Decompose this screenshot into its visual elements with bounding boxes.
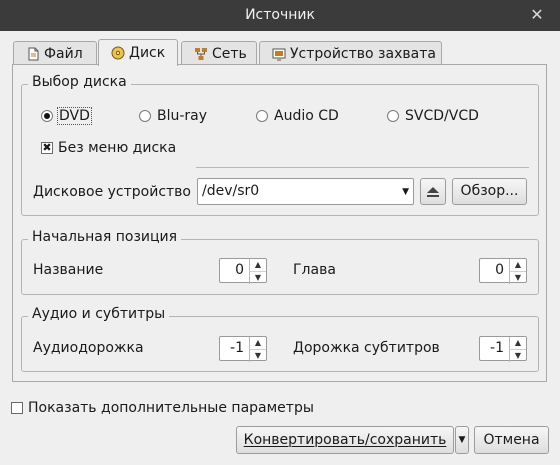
- chevron-down-icon[interactable]: ▼: [402, 187, 409, 197]
- audio-track-value: -1: [230, 340, 244, 356]
- subtitle-track-spinbox[interactable]: -1 ▲ ▼: [479, 336, 527, 362]
- convert-save-button[interactable]: Конвертировать/сохранить: [236, 426, 454, 454]
- radio-audio-cd-label: Audio CD: [274, 108, 339, 124]
- tab-disc-label: Диск: [129, 45, 166, 61]
- no-disc-menu-check-icon[interactable]: ✖: [41, 142, 53, 154]
- radio-dvd-label: DVD: [57, 107, 92, 125]
- capture-device-icon: [272, 47, 286, 61]
- spin-up-icon[interactable]: ▲: [249, 337, 266, 349]
- title-spinbox[interactable]: 0 ▲ ▼: [219, 258, 267, 284]
- audio-track-spinbox[interactable]: -1 ▲ ▼: [219, 336, 267, 362]
- radio-dvd-indicator[interactable]: [41, 110, 53, 122]
- eject-icon: [427, 187, 439, 197]
- start-position-legend: Начальная позиция: [28, 229, 182, 245]
- chevron-down-icon: ▼: [458, 435, 466, 445]
- radio-bluray[interactable]: Blu-ray: [139, 108, 207, 124]
- title-label: Название: [33, 262, 104, 278]
- radio-svcd-vcd-indicator[interactable]: [387, 110, 399, 122]
- device-combobox[interactable]: /dev/sr0 ▼: [197, 178, 414, 205]
- spin-up-icon[interactable]: ▲: [249, 259, 266, 271]
- title-value: 0: [235, 262, 244, 278]
- radio-bluray-label: Blu-ray: [157, 108, 208, 124]
- audio-track-label: Аудиодорожка: [33, 340, 144, 356]
- convert-save-label: Конвертировать/сохранить: [243, 432, 447, 448]
- chapter-label: Глава: [293, 262, 336, 278]
- tab-file[interactable]: Файл: [13, 41, 97, 65]
- radio-bluray-indicator[interactable]: [139, 110, 151, 122]
- no-disc-menu-label: Без меню диска: [58, 140, 177, 156]
- tab-capture-device-label: Устройство захвата: [290, 45, 436, 62]
- chapter-spinbox[interactable]: 0 ▲ ▼: [479, 258, 527, 284]
- disc-icon: [111, 46, 125, 60]
- subtitle-track-value: -1: [490, 340, 504, 356]
- cancel-button[interactable]: Отмена: [474, 426, 549, 454]
- tab-capture-device[interactable]: Устройство захвата: [259, 41, 442, 65]
- tab-disc[interactable]: Диск: [98, 39, 178, 66]
- radio-svcd-vcd[interactable]: SVCD/VCD: [387, 108, 479, 124]
- radio-audio-cd-indicator[interactable]: [256, 110, 268, 122]
- device-value: /dev/sr0: [202, 183, 260, 199]
- more-options-label: Показать дополнительные параметры: [28, 400, 314, 416]
- radio-audio-cd[interactable]: Audio CD: [256, 108, 339, 124]
- disc-selection-legend: Выбор диска: [28, 74, 131, 90]
- spin-up-icon[interactable]: ▲: [509, 337, 526, 349]
- tab-file-label: Файл: [44, 45, 83, 62]
- subtitle-track-label: Дорожка субтитров: [293, 340, 440, 356]
- chapter-value: 0: [495, 262, 504, 278]
- spin-down-icon[interactable]: ▼: [249, 349, 266, 362]
- browse-button[interactable]: Обзор...: [452, 178, 527, 205]
- window-title: Источник: [245, 7, 315, 23]
- separator: [196, 167, 529, 168]
- more-options-check-box[interactable]: [11, 402, 23, 414]
- spin-down-icon[interactable]: ▼: [509, 349, 526, 362]
- radio-dvd[interactable]: DVD: [41, 107, 92, 125]
- radio-svcd-vcd-label: SVCD/VCD: [405, 108, 479, 124]
- cancel-label: Отмена: [483, 432, 540, 448]
- spin-down-icon[interactable]: ▼: [509, 271, 526, 284]
- tab-network-label: Сеть: [212, 45, 247, 62]
- file-icon: [26, 47, 40, 61]
- audio-subs-legend: Аудио и субтитры: [28, 306, 170, 322]
- more-options-checkbox[interactable]: Показать дополнительные параметры: [11, 400, 314, 416]
- no-disc-menu-checkbox[interactable]: ✖ Без меню диска: [41, 140, 176, 156]
- network-icon: [194, 47, 208, 61]
- eject-button[interactable]: [420, 178, 446, 205]
- device-label: Дисковое устройство: [33, 184, 191, 200]
- convert-menu-button[interactable]: ▼: [455, 426, 469, 454]
- title-bar: Источник ✕: [0, 0, 560, 31]
- spin-up-icon[interactable]: ▲: [509, 259, 526, 271]
- tab-network[interactable]: Сеть: [181, 41, 257, 65]
- close-icon[interactable]: ✕: [526, 4, 548, 26]
- spin-down-icon[interactable]: ▼: [249, 271, 266, 284]
